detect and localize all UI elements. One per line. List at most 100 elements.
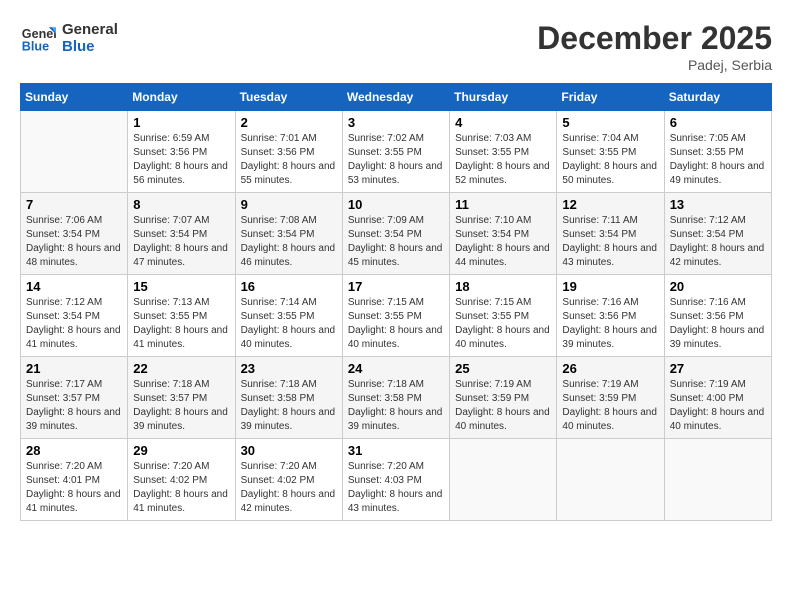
day-info: Sunrise: 7:19 AMSunset: 3:59 PMDaylight:… (562, 378, 658, 434)
calendar-cell: 18 Sunrise: 7:15 AMSunset: 3:55 PMDayligh… (450, 275, 557, 357)
calendar-cell: 10 Sunrise: 7:09 AMSunset: 3:54 PMDayligh… (342, 193, 449, 275)
day-number: 24 (348, 361, 444, 376)
weekday-header-friday: Friday (557, 84, 664, 111)
day-number: 1 (133, 115, 229, 130)
day-number: 25 (455, 361, 551, 376)
day-info: Sunrise: 7:17 AMSunset: 3:57 PMDaylight:… (26, 378, 122, 434)
day-number: 19 (562, 279, 658, 294)
svg-text:Blue: Blue (22, 40, 49, 54)
calendar-cell (21, 111, 128, 193)
day-info: Sunrise: 7:09 AMSunset: 3:54 PMDaylight:… (348, 214, 444, 270)
day-info: Sunrise: 7:20 AMSunset: 4:02 PMDaylight:… (133, 460, 229, 516)
day-number: 3 (348, 115, 444, 130)
weekday-header-monday: Monday (128, 84, 235, 111)
day-number: 12 (562, 197, 658, 212)
day-info: Sunrise: 7:07 AMSunset: 3:54 PMDaylight:… (133, 214, 229, 270)
calendar-cell: 5Sunrise: 7:04 AMSunset: 3:55 PMDaylight… (557, 111, 664, 193)
day-number: 9 (241, 197, 337, 212)
weekday-header-sunday: Sunday (21, 84, 128, 111)
calendar-cell: 23 Sunrise: 7:18 AMSunset: 3:58 PMDayligh… (235, 357, 342, 439)
weekday-header-wednesday: Wednesday (342, 84, 449, 111)
day-number: 31 (348, 443, 444, 458)
calendar-table: SundayMondayTuesdayWednesdayThursdayFrid… (20, 83, 772, 521)
day-info: Sunrise: 7:16 AMSunset: 3:56 PMDaylight:… (670, 296, 766, 352)
day-number: 29 (133, 443, 229, 458)
day-number: 13 (670, 197, 766, 212)
day-number: 18 (455, 279, 551, 294)
calendar-cell: 1 Sunrise: 6:59 AMSunset: 3:56 PMDaylight… (128, 111, 235, 193)
day-info: Sunrise: 7:19 AMSunset: 4:00 PMDaylight:… (670, 378, 766, 434)
calendar-cell: 22Sunrise: 7:18 AMSunset: 3:57 PMDayligh… (128, 357, 235, 439)
day-number: 2 (241, 115, 337, 130)
weekday-header-tuesday: Tuesday (235, 84, 342, 111)
day-info: Sunrise: 7:10 AMSunset: 3:54 PMDaylight:… (455, 214, 551, 270)
day-number: 17 (348, 279, 444, 294)
calendar-cell: 6Sunrise: 7:05 AMSunset: 3:55 PMDaylight… (664, 111, 771, 193)
calendar-cell: 15 Sunrise: 7:13 AMSunset: 3:55 PMDayligh… (128, 275, 235, 357)
day-number: 28 (26, 443, 122, 458)
calendar-cell: 9 Sunrise: 7:08 AMSunset: 3:54 PMDaylight… (235, 193, 342, 275)
day-info: Sunrise: 7:14 AMSunset: 3:55 PMDaylight:… (241, 296, 337, 352)
day-info: Sunrise: 7:04 AMSunset: 3:55 PMDaylight:… (562, 132, 658, 188)
day-info: Sunrise: 7:20 AMSunset: 4:03 PMDaylight:… (348, 460, 444, 516)
calendar-cell: 17 Sunrise: 7:15 AMSunset: 3:55 PMDayligh… (342, 275, 449, 357)
calendar-cell: 21Sunrise: 7:17 AMSunset: 3:57 PMDayligh… (21, 357, 128, 439)
day-info: Sunrise: 7:12 AMSunset: 3:54 PMDaylight:… (670, 214, 766, 270)
day-info: Sunrise: 7:08 AMSunset: 3:54 PMDaylight:… (241, 214, 337, 270)
calendar-cell: 20 Sunrise: 7:16 AMSunset: 3:56 PMDayligh… (664, 275, 771, 357)
day-number: 15 (133, 279, 229, 294)
day-info: Sunrise: 7:20 AMSunset: 4:01 PMDaylight:… (26, 460, 122, 516)
calendar-cell: 4 Sunrise: 7:03 AMSunset: 3:55 PMDaylight… (450, 111, 557, 193)
day-info: Sunrise: 7:13 AMSunset: 3:55 PMDaylight:… (133, 296, 229, 352)
calendar-cell: 31 Sunrise: 7:20 AMSunset: 4:03 PMDayligh… (342, 439, 449, 521)
day-number: 14 (26, 279, 122, 294)
page-header: General Blue General Blue December 2025 … (20, 20, 772, 73)
calendar-cell: 19 Sunrise: 7:16 AMSunset: 3:56 PMDayligh… (557, 275, 664, 357)
month-title: December 2025 (537, 20, 772, 57)
day-info: Sunrise: 7:18 AMSunset: 3:57 PMDaylight:… (133, 378, 229, 434)
calendar-week-row: 28 Sunrise: 7:20 AMSunset: 4:01 PMDayligh… (21, 439, 772, 521)
day-info: Sunrise: 7:18 AMSunset: 3:58 PMDaylight:… (241, 378, 337, 434)
calendar-cell: 8Sunrise: 7:07 AMSunset: 3:54 PMDaylight… (128, 193, 235, 275)
location: Padej, Serbia (537, 57, 772, 73)
logo-text: General Blue (62, 21, 118, 55)
calendar-cell (557, 439, 664, 521)
calendar-week-row: 7Sunrise: 7:06 AMSunset: 3:54 PMDaylight… (21, 193, 772, 275)
calendar-cell: 12 Sunrise: 7:11 AMSunset: 3:54 PMDayligh… (557, 193, 664, 275)
calendar-cell: 27Sunrise: 7:19 AMSunset: 4:00 PMDayligh… (664, 357, 771, 439)
title-area: December 2025 Padej, Serbia (537, 20, 772, 73)
calendar-cell (664, 439, 771, 521)
day-number: 10 (348, 197, 444, 212)
day-info: Sunrise: 7:15 AMSunset: 3:55 PMDaylight:… (455, 296, 551, 352)
calendar-cell: 25Sunrise: 7:19 AMSunset: 3:59 PMDayligh… (450, 357, 557, 439)
weekday-header-row: SundayMondayTuesdayWednesdayThursdayFrid… (21, 84, 772, 111)
calendar-cell: 7Sunrise: 7:06 AMSunset: 3:54 PMDaylight… (21, 193, 128, 275)
day-info: Sunrise: 7:05 AMSunset: 3:55 PMDaylight:… (670, 132, 766, 188)
calendar-cell: 30 Sunrise: 7:20 AMSunset: 4:02 PMDayligh… (235, 439, 342, 521)
day-number: 30 (241, 443, 337, 458)
day-info: Sunrise: 7:11 AMSunset: 3:54 PMDaylight:… (562, 214, 658, 270)
logo: General Blue General Blue (20, 20, 118, 56)
day-info: Sunrise: 7:02 AMSunset: 3:55 PMDaylight:… (348, 132, 444, 188)
day-info: Sunrise: 7:12 AMSunset: 3:54 PMDaylight:… (26, 296, 122, 352)
calendar-cell: 3 Sunrise: 7:02 AMSunset: 3:55 PMDaylight… (342, 111, 449, 193)
day-info: Sunrise: 7:03 AMSunset: 3:55 PMDaylight:… (455, 132, 551, 188)
day-info: Sunrise: 7:20 AMSunset: 4:02 PMDaylight:… (241, 460, 337, 516)
calendar-week-row: 14 Sunrise: 7:12 AMSunset: 3:54 PMDayligh… (21, 275, 772, 357)
weekday-header-thursday: Thursday (450, 84, 557, 111)
day-number: 23 (241, 361, 337, 376)
day-number: 4 (455, 115, 551, 130)
day-number: 20 (670, 279, 766, 294)
calendar-cell: 29 Sunrise: 7:20 AMSunset: 4:02 PMDayligh… (128, 439, 235, 521)
calendar-cell: 24Sunrise: 7:18 AMSunset: 3:58 PMDayligh… (342, 357, 449, 439)
calendar-week-row: 21Sunrise: 7:17 AMSunset: 3:57 PMDayligh… (21, 357, 772, 439)
day-info: Sunrise: 6:59 AMSunset: 3:56 PMDaylight:… (133, 132, 229, 188)
calendar-cell: 16 Sunrise: 7:14 AMSunset: 3:55 PMDayligh… (235, 275, 342, 357)
day-info: Sunrise: 7:15 AMSunset: 3:55 PMDaylight:… (348, 296, 444, 352)
day-number: 26 (562, 361, 658, 376)
day-number: 7 (26, 197, 122, 212)
calendar-cell: 13 Sunrise: 7:12 AMSunset: 3:54 PMDayligh… (664, 193, 771, 275)
day-number: 16 (241, 279, 337, 294)
day-info: Sunrise: 7:16 AMSunset: 3:56 PMDaylight:… (562, 296, 658, 352)
weekday-header-saturday: Saturday (664, 84, 771, 111)
